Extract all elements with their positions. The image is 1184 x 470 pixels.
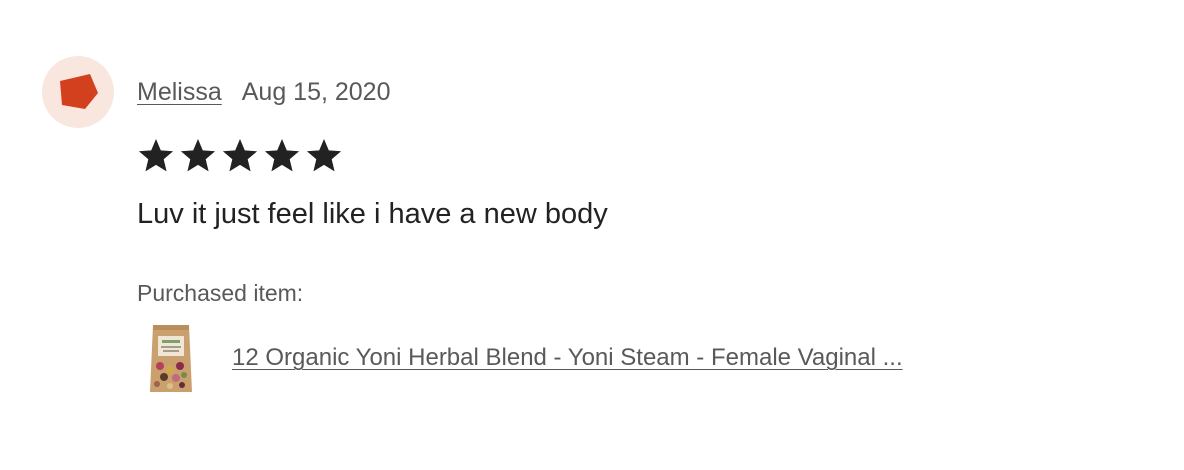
star-icon — [138, 139, 174, 172]
review-meta: Melissa Aug 15, 2020 — [137, 76, 391, 108]
item-thumbnail[interactable] — [146, 322, 196, 394]
review-card: Melissa Aug 15, 2020 Luv it just feel li… — [0, 0, 1184, 470]
star-icon — [264, 139, 300, 172]
product-bag-image — [150, 325, 192, 392]
review-date: Aug 15, 2020 — [241, 77, 391, 106]
purchased-item-link[interactable]: 12 Organic Yoni Herbal Blend - Yoni Stea… — [232, 342, 903, 374]
purchased-item-label: Purchased item: — [137, 280, 304, 306]
pentagon-avatar-icon — [60, 74, 98, 109]
star-icon — [222, 139, 258, 172]
reviewer-name-link[interactable]: Melissa — [137, 78, 222, 107]
avatar[interactable] — [42, 56, 114, 128]
star-icon — [180, 139, 216, 172]
star-rating — [137, 137, 343, 175]
star-icon — [306, 139, 342, 172]
review-text: Luv it just feel like i have a new body — [137, 198, 608, 230]
